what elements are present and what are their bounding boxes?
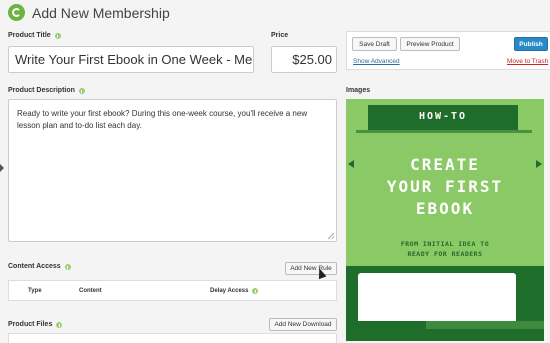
collapse-arrow-icon[interactable] (0, 164, 4, 172)
resize-grip-icon[interactable] (328, 233, 334, 239)
info-icon[interactable] (56, 322, 63, 328)
save-draft-button[interactable]: Save Draft (352, 37, 397, 51)
info-icon[interactable] (78, 88, 85, 94)
column-header-content: Content (79, 288, 102, 294)
product-title-input[interactable]: Write Your First Ebook in One Week - Mer (8, 46, 254, 73)
app-logo-icon (8, 4, 25, 21)
images-label: Images (346, 87, 371, 94)
content-access-table: Type Content Delay Access (8, 280, 337, 301)
cover-heading: HOW-TO (418, 111, 468, 122)
price-label: Price (271, 32, 289, 39)
info-icon[interactable] (54, 33, 61, 39)
add-new-rule-button[interactable]: Add New Rule (285, 262, 337, 275)
cover-title-line-2: YOUR FIRST (386, 177, 504, 196)
description-text: Ready to write your first ebook? During … (17, 109, 308, 130)
product-files-label: Product Files (8, 320, 63, 330)
cover-title-line-1: CREATE (410, 155, 480, 174)
add-new-download-button[interactable]: Add New Download (269, 318, 337, 331)
column-header-type: Type (28, 288, 42, 294)
product-files-box (8, 333, 337, 343)
ebook-cover-image: HOW-TO CREATE YOUR FIRST EBOOK FROM INIT… (346, 99, 544, 341)
product-description-label: Product Description (8, 86, 85, 96)
cover-window-shape (358, 273, 516, 321)
cover-subtitle-line-2: READY FOR READERS (407, 250, 483, 258)
content-access-label: Content Access (8, 262, 71, 272)
cover-subtitle-line-1: FROM INITIAL IDEA TO (400, 240, 490, 248)
product-title-label: Product Title (8, 31, 61, 41)
publish-button[interactable]: Publish (514, 37, 548, 51)
show-advanced-link[interactable]: Show Advanced (353, 58, 400, 65)
info-icon[interactable] (64, 264, 71, 270)
publish-panel: Save Draft Preview Product Publish Show … (346, 31, 550, 70)
product-description-textarea[interactable]: Ready to write your first ebook? During … (8, 99, 337, 242)
move-to-trash-link[interactable]: Move to Trash (507, 58, 548, 65)
info-icon[interactable] (252, 288, 259, 294)
page-title: Add New Membership (32, 5, 170, 21)
preview-product-button[interactable]: Preview Product (400, 37, 460, 51)
column-header-delay-access: Delay Access (210, 288, 259, 294)
cover-title-line-3: EBOOK (415, 199, 475, 218)
price-input[interactable]: $25.00 (271, 46, 337, 73)
